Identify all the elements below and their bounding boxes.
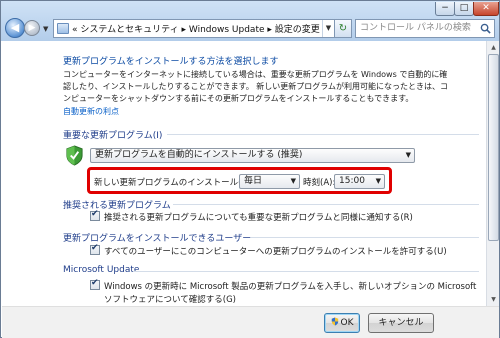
allow-all-users-checkbox-label[interactable]: すべてのユーザーにこのコンピューターへの更新プログラムのインストールを許可する(… bbox=[104, 245, 447, 257]
allow-all-users-checkbox[interactable] bbox=[90, 243, 100, 255]
update-mode-select[interactable]: 更新プログラムを自動的にインストールする (推奨) ▼ bbox=[90, 148, 415, 163]
who-can-install-label: 更新プログラムをインストールできるユーザー bbox=[63, 234, 252, 244]
minimize-button[interactable]: − bbox=[435, 2, 455, 16]
window-chrome: − □ ✕ ◀ ▶ ▼ « システムとセキュリティ ▸ Windows Upda… bbox=[1, 1, 499, 41]
control-panel-folder-icon bbox=[57, 23, 69, 34]
breadcrumb: « システムとセキュリティ ▸ Windows Update ▸ 設定の変更 bbox=[72, 22, 322, 35]
dialog-footer: OK キャンセル bbox=[2, 306, 499, 338]
address-dropdown[interactable]: ▼ bbox=[322, 20, 334, 37]
auto-update-benefits-link[interactable]: 自動更新の利点 bbox=[63, 106, 119, 117]
section-divider bbox=[251, 237, 479, 238]
address-bar[interactable]: « システムとセキュリティ ▸ Windows Update ▸ 設定の変更 ▼ bbox=[53, 19, 335, 38]
shield-check-icon bbox=[66, 145, 83, 166]
control-panel-window: − □ ✕ ◀ ▶ ▼ « システムとセキュリティ ▸ Windows Upda… bbox=[0, 0, 500, 338]
page-heading: 更新プログラムをインストールする方法を選択します bbox=[63, 57, 279, 67]
scroll-thumb[interactable] bbox=[488, 54, 499, 241]
scroll-up-arrow[interactable]: ▲ bbox=[488, 42, 499, 53]
recommended-updates-checkbox-label[interactable]: 推奨される更新プログラムについても重要な更新プログラムと同様に通知する(R) bbox=[104, 211, 413, 223]
cancel-button-label: キャンセル bbox=[378, 318, 424, 328]
refresh-button[interactable]: ↻ bbox=[335, 19, 352, 38]
breadcrumb-windows-update[interactable]: Windows Update bbox=[189, 25, 265, 35]
important-updates-label: 重要な更新プログラム(I) bbox=[63, 131, 163, 141]
back-button[interactable]: ◀ bbox=[5, 18, 25, 38]
search-icon[interactable] bbox=[480, 23, 491, 34]
description-line: 認したり、インストールしたりすることができます。 新しい更新プログラムが利用可能… bbox=[63, 82, 449, 91]
cancel-button[interactable]: キャンセル bbox=[368, 313, 434, 333]
section-divider bbox=[167, 134, 479, 135]
maximize-button[interactable]: □ bbox=[454, 2, 474, 16]
microsoft-update-checkbox-label[interactable]: ソフトウェアについて確認する(G) bbox=[104, 293, 236, 305]
description-line: コンピューターをインターネットに接続している場合は、重要な更新プログラムを Wi… bbox=[63, 70, 448, 79]
close-button[interactable]: ✕ bbox=[473, 2, 499, 16]
vertical-scrollbar[interactable]: ▲ ▼ bbox=[486, 41, 499, 306]
search-placeholder: コントロール パネルの検索 bbox=[360, 23, 471, 33]
ok-button-label: OK bbox=[340, 318, 354, 328]
breadcrumb-overflow[interactable]: « bbox=[72, 25, 78, 35]
scroll-down-arrow[interactable]: ▼ bbox=[488, 294, 499, 305]
microsoft-update-label: Microsoft Update bbox=[63, 265, 140, 275]
recent-pages-dropdown[interactable]: ▼ bbox=[43, 25, 48, 33]
chevron-down-icon: ▼ bbox=[405, 151, 411, 159]
description-line: ンピューターをシャットダウンする前にその更新プログラムをインストールすることもで… bbox=[63, 94, 414, 103]
recommended-updates-checkbox[interactable] bbox=[90, 209, 100, 221]
recommended-updates-label: 推奨される更新プログラム bbox=[63, 201, 171, 211]
microsoft-update-checkbox-label[interactable]: Windows の更新時に Microsoft 製品の更新プログラムを入手し、新… bbox=[104, 280, 476, 292]
ok-button[interactable]: OK bbox=[324, 313, 360, 333]
highlight-annotation bbox=[87, 167, 392, 194]
microsoft-update-checkbox[interactable] bbox=[90, 278, 100, 290]
uac-shield-icon bbox=[331, 317, 338, 326]
breadcrumb-separator[interactable]: ▸ bbox=[267, 25, 272, 35]
search-input[interactable]: コントロール パネルの検索 bbox=[355, 19, 495, 38]
update-mode-value: 更新プログラムを自動的にインストールする (推奨) bbox=[95, 150, 303, 160]
breadcrumb-separator[interactable]: ▸ bbox=[181, 25, 186, 35]
breadcrumb-change-settings[interactable]: 設定の変更 bbox=[275, 25, 320, 35]
section-divider bbox=[133, 271, 479, 272]
section-divider bbox=[173, 204, 479, 205]
breadcrumb-system-security[interactable]: システムとセキュリティ bbox=[80, 25, 178, 35]
forward-button[interactable]: ▶ bbox=[24, 20, 40, 36]
